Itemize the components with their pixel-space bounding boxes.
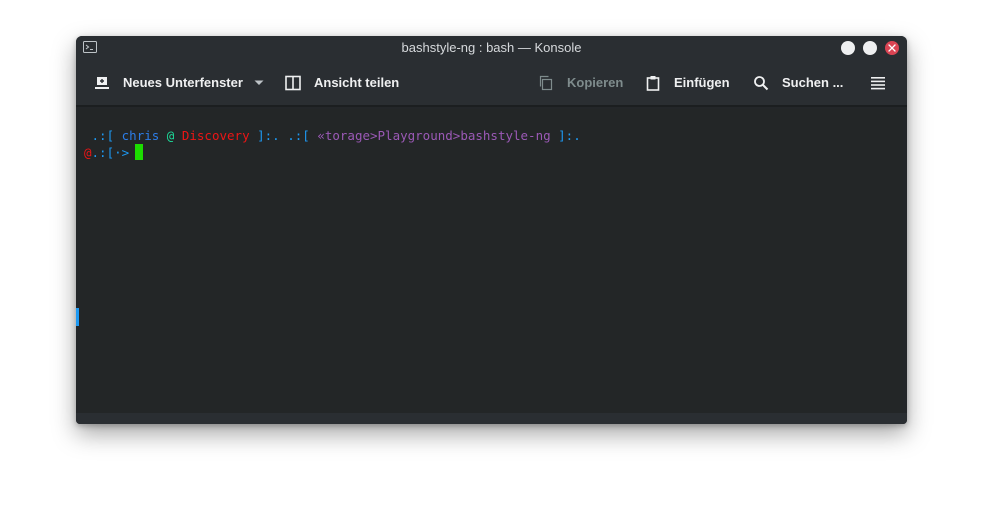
title-bar[interactable]: bashstyle-ng : bash — Konsole <box>76 36 907 60</box>
menu-button[interactable] <box>871 60 885 105</box>
paste-button[interactable]: Einfügen <box>645 60 730 105</box>
copy-label: Kopieren <box>567 75 624 90</box>
prompt-open-bracket: .:[ <box>84 128 122 143</box>
prompt-line-2: @.:[·> <box>84 144 144 161</box>
prompt-at: @ <box>159 128 182 143</box>
prompt-separator: ]:. .:[ <box>249 128 318 143</box>
find-button[interactable]: Suchen ... <box>753 60 843 105</box>
hamburger-menu-icon <box>871 76 885 89</box>
terminal-cursor <box>135 144 144 160</box>
close-icon <box>888 44 896 52</box>
prompt-user: chris <box>121 128 160 143</box>
paste-label: Einfügen <box>674 75 730 90</box>
split-view-label: Ansicht teilen <box>314 75 400 90</box>
new-tab-icon <box>95 76 109 89</box>
search-icon <box>754 75 769 90</box>
main-toolbar: Neues Unterfenster Ansicht teilen Kopier… <box>76 60 907 107</box>
prompt-close-bracket: ]:. <box>550 128 581 143</box>
chevron-down-icon[interactable] <box>254 80 264 86</box>
scrollbar-marker[interactable] <box>76 308 79 326</box>
copy-icon <box>539 75 553 90</box>
split-view-icon <box>285 75 301 90</box>
new-tab-button[interactable]: Neues Unterfenster <box>94 60 264 105</box>
split-view-button[interactable]: Ansicht teilen <box>285 60 399 105</box>
bottom-bar <box>76 413 907 424</box>
copy-button[interactable]: Kopieren <box>538 60 623 105</box>
terminal-view[interactable]: .:[ chris @ Discovery ]:. .:[ «torage>Pl… <box>80 109 903 413</box>
konsole-window: bashstyle-ng : bash — Konsole Neues Unte… <box>76 36 907 424</box>
prompt-prefix: @ <box>84 145 92 160</box>
paste-icon <box>646 75 660 91</box>
maximize-button[interactable] <box>863 41 877 55</box>
prompt-path: «torage>Playground>bashstyle-ng <box>317 128 551 143</box>
prompt-line-1: .:[ chris @ Discovery ]:. .:[ «torage>Pl… <box>84 127 581 144</box>
find-label: Suchen ... <box>782 75 844 90</box>
new-tab-label: Neues Unterfenster <box>123 75 243 90</box>
minimize-button[interactable] <box>841 41 855 55</box>
prompt-host: Discovery <box>181 128 250 143</box>
close-button[interactable] <box>885 41 899 55</box>
window-title: bashstyle-ng : bash — Konsole <box>401 40 582 55</box>
prompt-arrow: .:[·> <box>91 145 130 160</box>
